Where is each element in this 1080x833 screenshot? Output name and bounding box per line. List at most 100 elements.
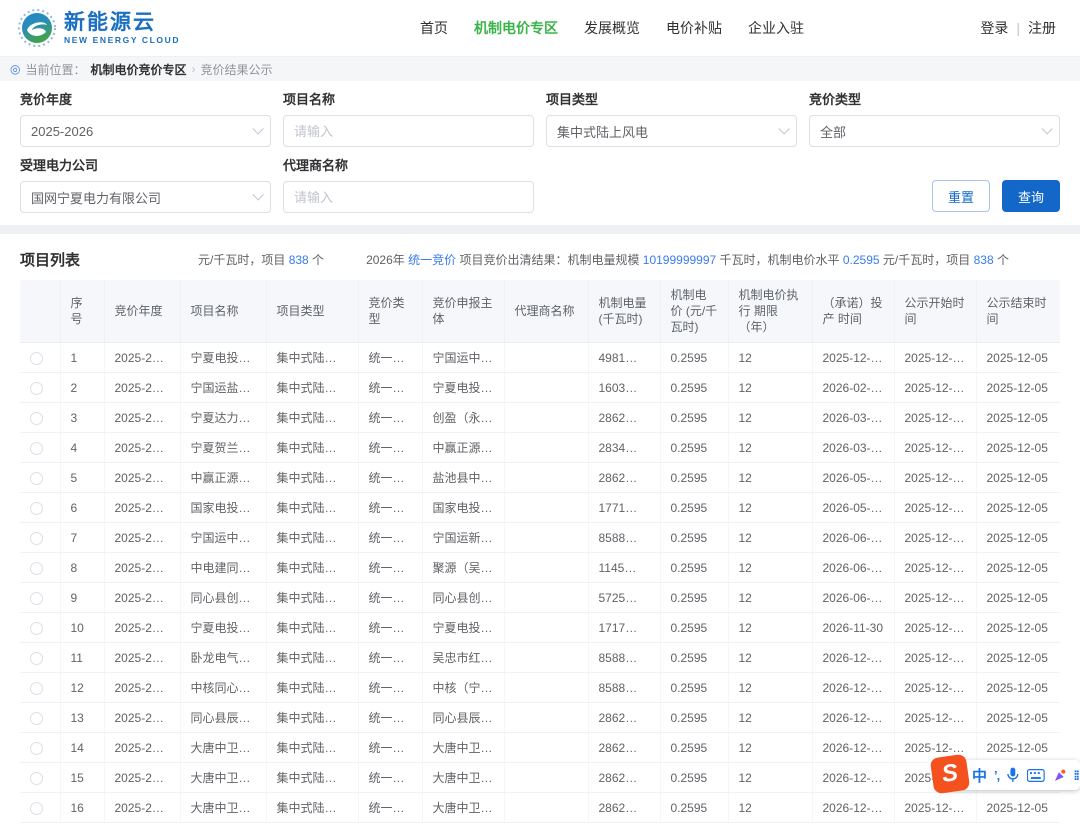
table-cell: 171772256 <box>588 613 660 643</box>
table-cell: 0.2595 <box>660 733 728 763</box>
register-link[interactable]: 注册 <box>1028 18 1056 38</box>
table-row: 132025-2026同心县辰辉50...集中式陆上风电统一竞价同心县辰辉新..… <box>20 703 1060 733</box>
table-cell: 集中式陆上风电 <box>266 733 358 763</box>
column-header: 公示开始时间 <box>894 280 976 343</box>
skin-tool-icon[interactable] <box>1052 768 1067 783</box>
table-cell: 2025-12-01 <box>894 583 976 613</box>
nav-item[interactable]: 发展概览 <box>584 18 640 38</box>
table-cell: 6 <box>60 493 104 523</box>
card-header: 项目列表 元/千瓦时，项目 838 个2026年 统一竞价 项目竞价出清结果：机… <box>20 244 1060 274</box>
table-cell: 2026-05-31 <box>812 493 894 523</box>
bidding-type-select[interactable]: 全部 <box>809 115 1060 147</box>
ime-punctuation-toggle[interactable]: ’, <box>994 768 999 783</box>
top-header: 新能源云 NEW ENERGY CLOUD 首页 机制电价专区 发展概览 电价补贴 企业… <box>0 0 1080 56</box>
notice-text: 项目竞价出清结果：机制电量规模 <box>456 253 643 267</box>
table-row: 142025-2026大唐中卫云基...集中式陆上风电统一竞价大唐中卫新能...… <box>20 733 1060 763</box>
nav-item[interactable]: 企业入驻 <box>748 18 804 38</box>
row-radio-button[interactable] <box>30 382 43 395</box>
table-cell: 12 <box>728 523 812 553</box>
agent-name-input[interactable] <box>283 181 534 213</box>
microphone-icon[interactable] <box>1006 767 1020 783</box>
row-radio-button[interactable] <box>30 622 43 635</box>
table-cell: 宁夏电投盐池... <box>422 613 504 643</box>
table-cell: 同心县创能汇... <box>422 583 504 613</box>
brand-logo[interactable]: 新能源云 NEW ENERGY CLOUD <box>0 9 180 47</box>
chevron-down-icon <box>252 123 263 134</box>
table-cell: 宁国运盐池高... <box>180 373 266 403</box>
table-cell: 12 <box>728 643 812 673</box>
table-cell: 28628709 <box>588 703 660 733</box>
table-cell: 0.2595 <box>660 463 728 493</box>
table-cell: 2025-2026 <box>104 433 180 463</box>
column-header: 机制电价执行 期限（年） <box>728 280 812 343</box>
ime-grip-handle[interactable]: ⁞⁞ <box>1073 768 1078 783</box>
table-row: 42025-2026宁夏贺兰山风...集中式陆上风电统一竞价中赢正源（永...2… <box>20 433 1060 463</box>
row-radio-button[interactable] <box>30 652 43 665</box>
table-cell <box>504 553 588 583</box>
filter-bidding-type: 竞价类型 全部 <box>809 91 1060 147</box>
keyboard-icon[interactable] <box>1027 769 1045 782</box>
table-cell: 286287093 <box>588 733 660 763</box>
breadcrumb-prefix: 当前位置： <box>25 61 85 78</box>
row-radio-button[interactable] <box>30 712 43 725</box>
table-cell: 聚源（吴忠市... <box>422 553 504 583</box>
column-header <box>20 280 60 343</box>
nav-item[interactable]: 机制电价专区 <box>474 18 558 38</box>
table-cell: 2025-2026 <box>104 613 180 643</box>
row-radio-button[interactable] <box>30 742 43 755</box>
table-cell: 大唐中卫云基... <box>180 763 266 793</box>
row-radio-button[interactable] <box>30 532 43 545</box>
table-cell: 2025-12-01 <box>894 373 976 403</box>
table-cell: 12 <box>728 553 812 583</box>
power-company-select[interactable]: 国网宁夏电力有限公司 <box>20 181 271 213</box>
breadcrumb-section[interactable]: 机制电价竞价专区 <box>91 61 187 78</box>
table-cell: 0.2595 <box>660 523 728 553</box>
row-radio-button[interactable] <box>30 502 43 515</box>
bidding-year-select[interactable]: 2025-2026 <box>20 115 271 147</box>
row-radio-button[interactable] <box>30 802 43 815</box>
nav-item[interactable]: 首页 <box>420 18 448 38</box>
table-cell <box>504 643 588 673</box>
table-cell: 85886128 <box>588 523 660 553</box>
table-row: 152025-2026大唐中卫云基...集中式陆上风电统一竞价大唐中卫新能...… <box>20 763 1060 793</box>
brand-subtitle: NEW ENERGY CLOUD <box>64 36 180 45</box>
table-cell: 2025-12-01 <box>894 493 976 523</box>
login-link[interactable]: 登录 <box>980 18 1008 38</box>
row-radio-button[interactable] <box>30 562 43 575</box>
table-cell <box>504 373 588 403</box>
table-cell: 12 <box>728 343 812 373</box>
filter-power-company-label: 受理电力公司 <box>20 157 271 175</box>
ime-language-toggle[interactable]: 中 <box>972 765 987 786</box>
table-cell: 28342422 <box>588 433 660 463</box>
table-cell <box>504 493 588 523</box>
main-nav: 首页 机制电价专区 发展概览 电价补贴 企业入驻 <box>420 0 804 56</box>
project-list-card: 项目列表 元/千瓦时，项目 838 个2026年 统一竞价 项目竞价出清结果：机… <box>0 234 1080 833</box>
notice-highlight: 0.2595 <box>843 253 880 267</box>
table-cell: 2025-12-05 <box>976 793 1060 823</box>
row-radio-button[interactable] <box>30 772 43 785</box>
breadcrumb: ◎ 当前位置： 机制电价竞价专区 › 竞价结果公示 <box>0 56 1080 81</box>
search-button[interactable]: 查询 <box>1002 180 1060 212</box>
table-cell: 集中式陆上风电 <box>266 643 358 673</box>
table-cell: 同心县辰辉50... <box>180 703 266 733</box>
sogou-logo-icon[interactable]: S <box>930 754 971 795</box>
table-cell: 2025-12-01 <box>894 793 976 823</box>
filter-project-type-label: 项目类型 <box>546 91 797 109</box>
table-cell: 集中式陆上风电 <box>266 793 358 823</box>
table-cell: 3 <box>60 403 104 433</box>
row-radio-button[interactable] <box>30 352 43 365</box>
table-cell: 2025-12-01 <box>894 553 976 583</box>
table-cell: 2026-03-30 <box>812 403 894 433</box>
row-radio-button[interactable] <box>30 442 43 455</box>
row-radio-button[interactable] <box>30 472 43 485</box>
row-radio-button[interactable] <box>30 412 43 425</box>
nav-item[interactable]: 电价补贴 <box>666 18 722 38</box>
row-radio-button[interactable] <box>30 592 43 605</box>
table-cell: 2025-2026 <box>104 583 180 613</box>
table-cell: 集中式陆上风电 <box>266 343 358 373</box>
reset-button[interactable]: 重置 <box>932 180 990 212</box>
project-name-input[interactable] <box>283 115 534 147</box>
row-radio-button[interactable] <box>30 682 43 695</box>
project-type-select[interactable]: 集中式陆上风电 <box>546 115 797 147</box>
table-cell: 中核（宁夏）... <box>422 673 504 703</box>
